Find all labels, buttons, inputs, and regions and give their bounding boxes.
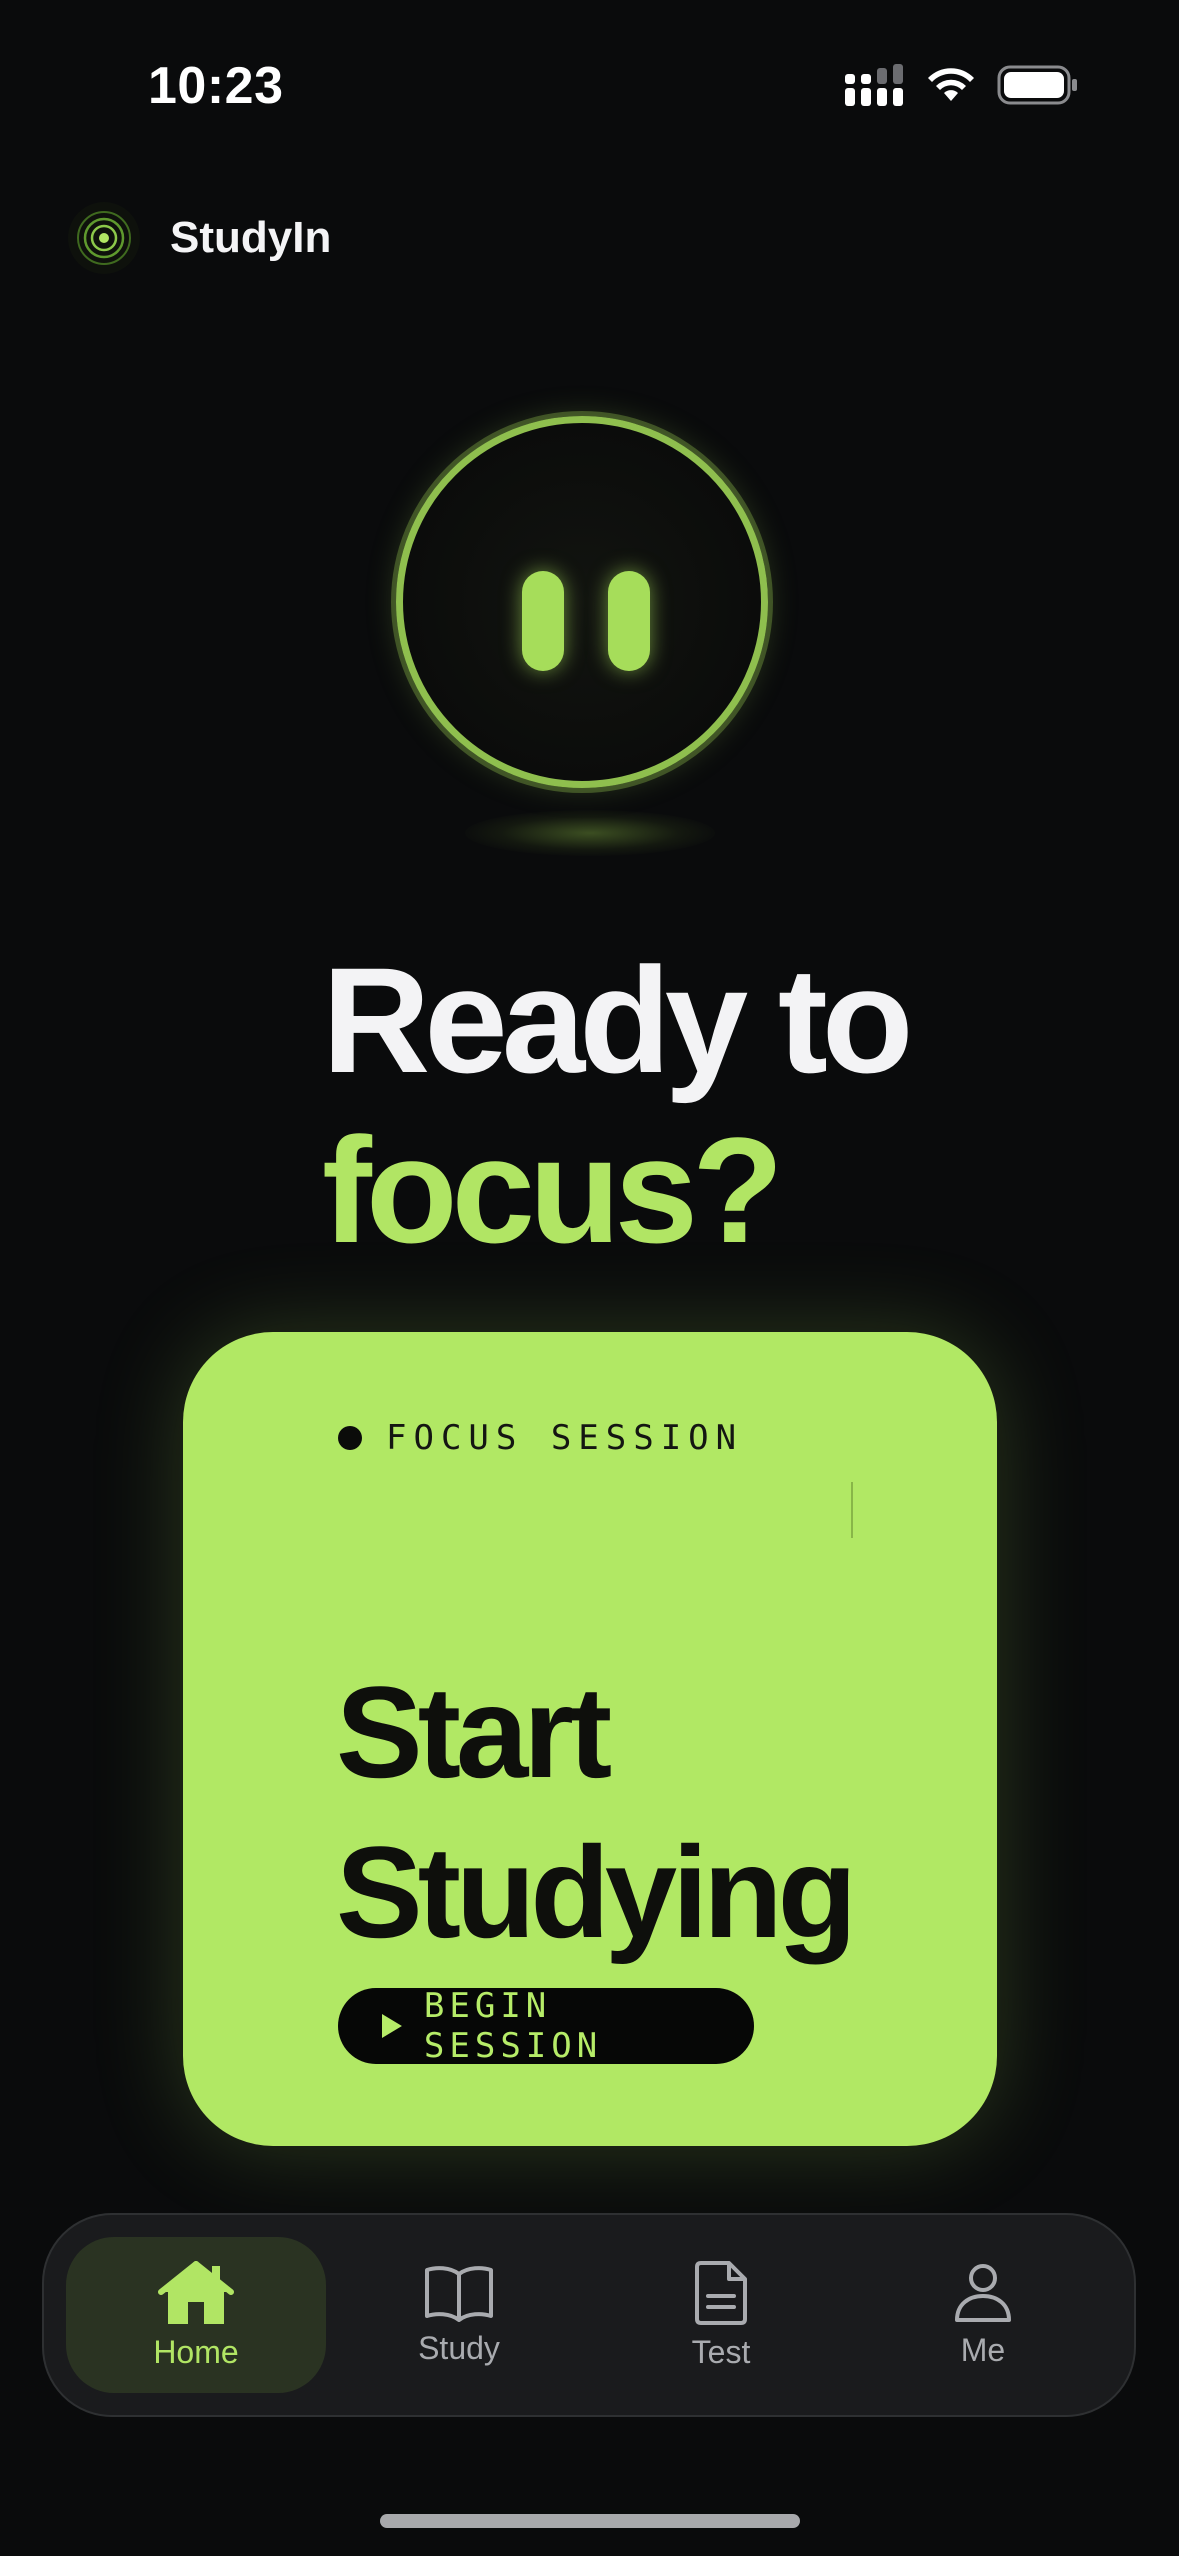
card-divider: [851, 1482, 853, 1538]
orb-shadow: [465, 810, 715, 856]
headline-line2: focus?: [322, 1106, 784, 1274]
card-title-line2: Studying: [336, 1819, 857, 1965]
app-brand: StudyIn: [66, 200, 331, 276]
wifi-icon: [928, 68, 974, 101]
begin-session-button[interactable]: BEGIN SESSION: [338, 1986, 754, 2066]
pause-bar-left: [522, 571, 564, 671]
book-icon: [425, 2265, 493, 2322]
tab-home-label: Home: [153, 2333, 239, 2370]
tab-home[interactable]: Home: [66, 2237, 326, 2393]
tab-me-label: Me: [960, 2331, 1006, 2368]
headline-line1: Ready to: [322, 936, 913, 1104]
signal-icon: [845, 64, 903, 106]
card-eyebrow: FOCUS SESSION: [338, 1418, 743, 1458]
card-eyebrow-label: FOCUS SESSION: [386, 1418, 744, 1458]
person-icon: [955, 2263, 1011, 2322]
card-title-line1: Start: [336, 1659, 612, 1805]
status-time: 10:23: [148, 57, 284, 115]
play-icon: [381, 2014, 402, 2038]
tab-study[interactable]: Study: [329, 2237, 589, 2393]
tab-me[interactable]: Me: [853, 2237, 1113, 2393]
begin-session-label: BEGIN SESSION: [423, 1986, 603, 2066]
tab-bar: Home Study Test Me: [42, 2213, 1136, 2417]
home-indicator[interactable]: [380, 2514, 800, 2528]
pause-bar-right: [608, 571, 650, 671]
target-rings-icon: [68, 202, 140, 274]
page-headline: Ready to focus?: [322, 935, 913, 1275]
card-title: Start Studying: [336, 1652, 857, 1972]
focus-session-card[interactable]: FOCUS SESSION Start Studying BEGIN SESSI…: [183, 1332, 997, 2146]
pause-orb[interactable]: [390, 410, 790, 860]
app-name: StudyIn: [170, 213, 332, 262]
status-icons: [845, 64, 1079, 106]
pause-icon[interactable]: [396, 416, 768, 788]
home-icon: [158, 2260, 234, 2324]
tab-test[interactable]: Test: [591, 2237, 851, 2393]
tab-test-label: Test: [691, 2333, 751, 2370]
dot-icon: [338, 1426, 362, 1450]
battery-icon: [997, 65, 1077, 105]
document-icon: [695, 2260, 747, 2325]
tab-study-label: Study: [418, 2329, 500, 2366]
